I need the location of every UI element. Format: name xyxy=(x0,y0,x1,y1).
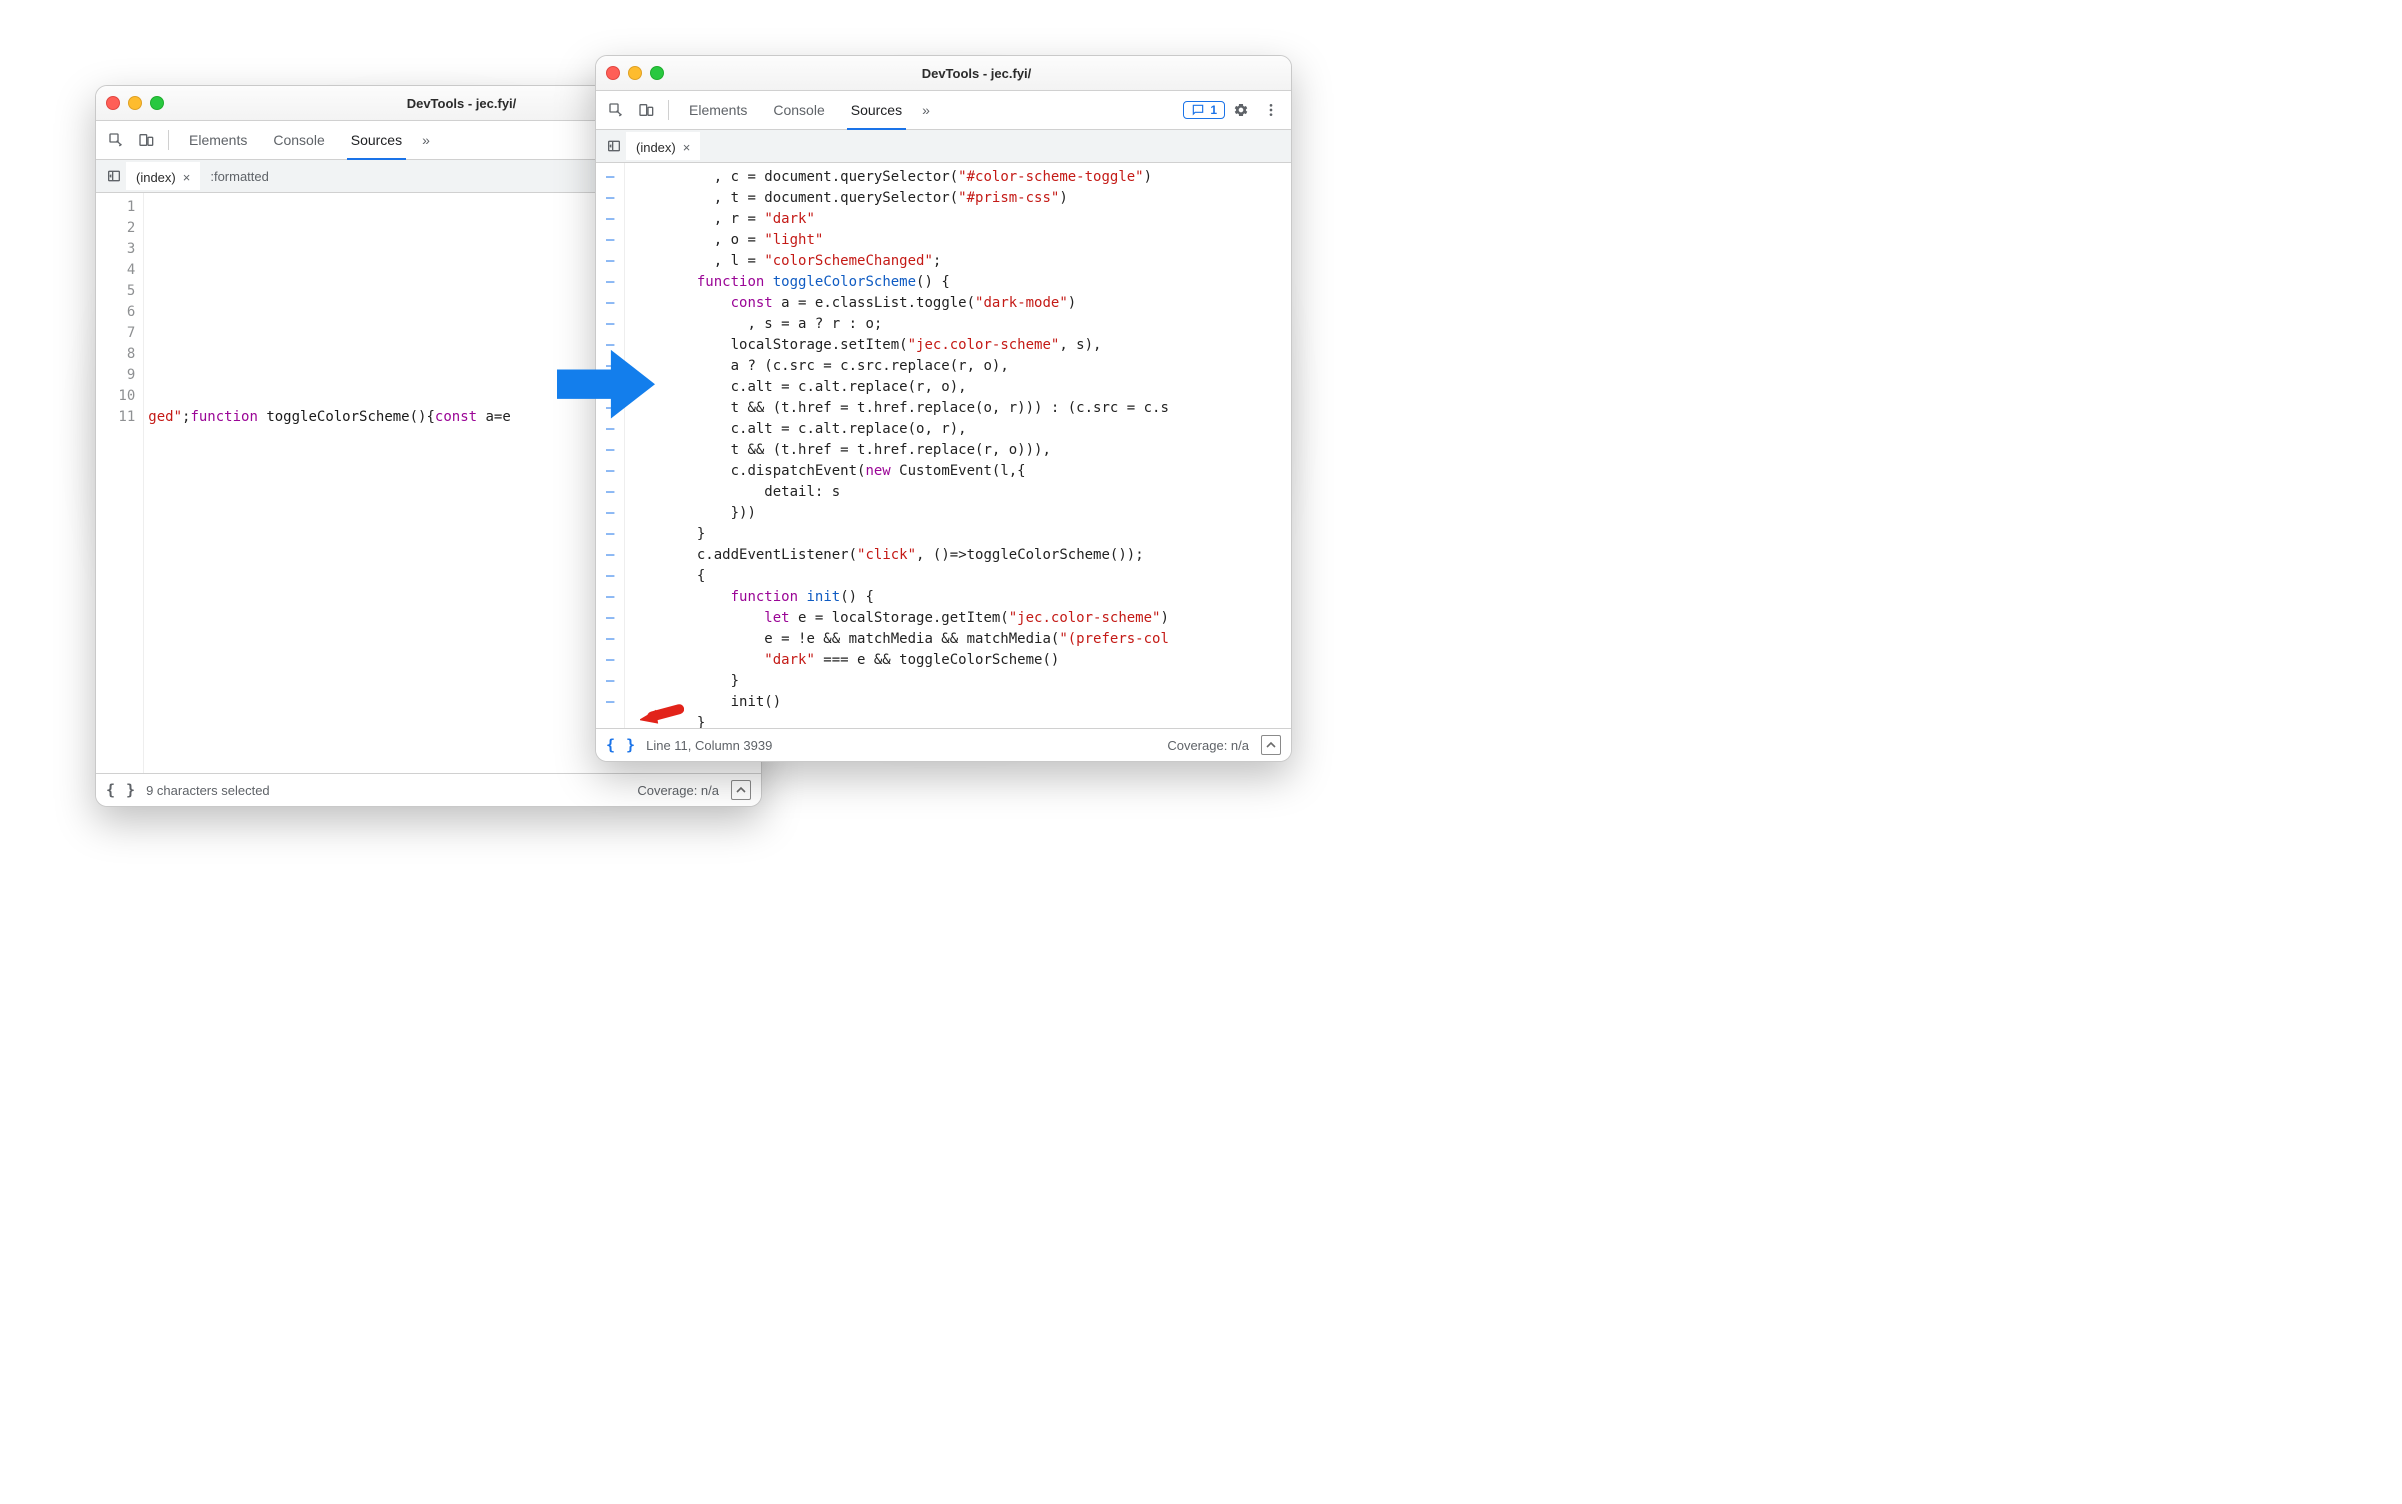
window-title: DevTools - jec.fyi/ xyxy=(672,66,1281,81)
tab-sources[interactable]: Sources xyxy=(839,91,914,129)
code-line[interactable]: c.addEventListener("click", ()=>toggleCo… xyxy=(629,545,1291,566)
devtools-toolbar: Elements Console Sources » 1 xyxy=(596,91,1291,130)
minimize-icon[interactable] xyxy=(628,66,642,80)
code-line[interactable]: })) xyxy=(629,503,1291,524)
pretty-print-button[interactable]: { } xyxy=(606,736,636,754)
status-caret: Line 11, Column 3939 xyxy=(646,738,772,753)
code-line[interactable]: a ? (c.src = c.src.replace(r, o), xyxy=(629,356,1291,377)
file-tab-label: (index) xyxy=(136,170,176,185)
file-tab-formatted[interactable]: :formatted xyxy=(200,163,279,189)
file-tab-label: :formatted xyxy=(210,169,269,184)
code-line[interactable]: { xyxy=(629,566,1291,587)
code-line[interactable]: , c = document.querySelector("#color-sch… xyxy=(629,167,1291,188)
issues-badge[interactable]: 1 xyxy=(1183,101,1225,119)
code-line[interactable]: , o = "light" xyxy=(629,230,1291,251)
tab-elements[interactable]: Elements xyxy=(677,91,759,129)
tab-console[interactable]: Console xyxy=(761,91,836,129)
close-icon[interactable] xyxy=(606,66,620,80)
separator xyxy=(668,100,669,120)
code-editor[interactable]: – – – – – – – – – – – – – – – – – – – – … xyxy=(596,163,1291,728)
code-line[interactable]: } xyxy=(629,671,1291,692)
arrow-right-icon xyxy=(557,345,655,425)
zoom-icon[interactable] xyxy=(150,96,164,110)
code-line[interactable]: let e = localStorage.getItem("jec.color-… xyxy=(629,608,1291,629)
device-toolbar-icon[interactable] xyxy=(132,126,160,154)
titlebar[interactable]: DevTools - jec.fyi/ xyxy=(596,56,1291,91)
status-bar: { } 9 characters selected Coverage: n/a xyxy=(96,773,761,806)
device-toolbar-icon[interactable] xyxy=(632,96,660,124)
code-line[interactable]: "dark" === e && toggleColorScheme() xyxy=(629,650,1291,671)
code-line[interactable]: init() xyxy=(629,692,1291,713)
issues-count: 1 xyxy=(1210,103,1217,117)
minimize-icon[interactable] xyxy=(128,96,142,110)
drawer-toggle-icon[interactable] xyxy=(1261,735,1281,755)
traffic-lights[interactable] xyxy=(606,66,664,80)
status-bar: { } Line 11, Column 3939 Coverage: n/a xyxy=(596,728,1291,761)
nav-pane-toggle-icon[interactable] xyxy=(102,162,126,190)
inspect-icon[interactable] xyxy=(602,96,630,124)
code-line[interactable]: t && (t.href = t.href.replace(o, r))) : … xyxy=(629,398,1291,419)
code-line[interactable]: , r = "dark" xyxy=(629,209,1291,230)
traffic-lights[interactable] xyxy=(106,96,164,110)
file-tab-strip: (index) × xyxy=(596,130,1291,163)
zoom-icon[interactable] xyxy=(650,66,664,80)
tab-more[interactable]: » xyxy=(916,91,936,129)
line-gutter: 1 2 3 4 5 6 7 8 9 10 11 xyxy=(96,193,144,773)
status-coverage: Coverage: n/a xyxy=(1167,738,1249,753)
code-line[interactable]: c.dispatchEvent(new CustomEvent(l,{ xyxy=(629,461,1291,482)
status-coverage: Coverage: n/a xyxy=(637,783,719,798)
code-line[interactable]: c.alt = c.alt.replace(o, r), xyxy=(629,419,1291,440)
code-content[interactable]: , c = document.querySelector("#color-sch… xyxy=(625,163,1291,728)
code-line[interactable]: detail: s xyxy=(629,482,1291,503)
tab-sources[interactable]: Sources xyxy=(339,121,414,159)
code-line[interactable]: } xyxy=(629,713,1291,728)
tab-elements[interactable]: Elements xyxy=(177,121,259,159)
code-line[interactable]: c.alt = c.alt.replace(r, o), xyxy=(629,377,1291,398)
nav-pane-toggle-icon[interactable] xyxy=(602,132,626,160)
close-tab-icon[interactable]: × xyxy=(683,140,691,155)
separator xyxy=(168,130,169,150)
code-line[interactable]: const a = e.classList.toggle("dark-mode"… xyxy=(629,293,1291,314)
settings-icon[interactable] xyxy=(1227,96,1255,124)
code-line[interactable]: } xyxy=(629,524,1291,545)
tab-more[interactable]: » xyxy=(416,121,436,159)
code-line[interactable]: , s = a ? r : o; xyxy=(629,314,1291,335)
code-line[interactable]: t && (t.href = t.href.replace(r, o))), xyxy=(629,440,1291,461)
code-line[interactable]: function init() { xyxy=(629,587,1291,608)
line-gutter: – – – – – – – – – – – – – – – – – – – – … xyxy=(596,163,625,728)
code-line[interactable]: , l = "colorSchemeChanged"; xyxy=(629,251,1291,272)
drawer-toggle-icon[interactable] xyxy=(731,780,751,800)
stage: DevTools - jec.fyi/ Elements Console Sou… xyxy=(0,0,1400,900)
code-line[interactable]: e = !e && matchMedia && matchMedia("(pre… xyxy=(629,629,1291,650)
file-tab-index[interactable]: (index) × xyxy=(126,162,200,190)
code-line[interactable]: function toggleColorScheme() { xyxy=(629,272,1291,293)
inspect-icon[interactable] xyxy=(102,126,130,154)
tab-console[interactable]: Console xyxy=(261,121,336,159)
close-tab-icon[interactable]: × xyxy=(183,170,191,185)
code-line[interactable]: localStorage.setItem("jec.color-scheme",… xyxy=(629,335,1291,356)
status-selection: 9 characters selected xyxy=(146,783,270,798)
close-icon[interactable] xyxy=(106,96,120,110)
pretty-print-button[interactable]: { } xyxy=(106,781,136,799)
code-line[interactable]: , t = document.querySelector("#prism-css… xyxy=(629,188,1291,209)
file-tab-label: (index) xyxy=(636,140,676,155)
devtools-window-right: DevTools - jec.fyi/ Elements Console Sou… xyxy=(595,55,1292,762)
kebab-menu-icon[interactable] xyxy=(1257,96,1285,124)
file-tab-index[interactable]: (index) × xyxy=(626,132,700,160)
